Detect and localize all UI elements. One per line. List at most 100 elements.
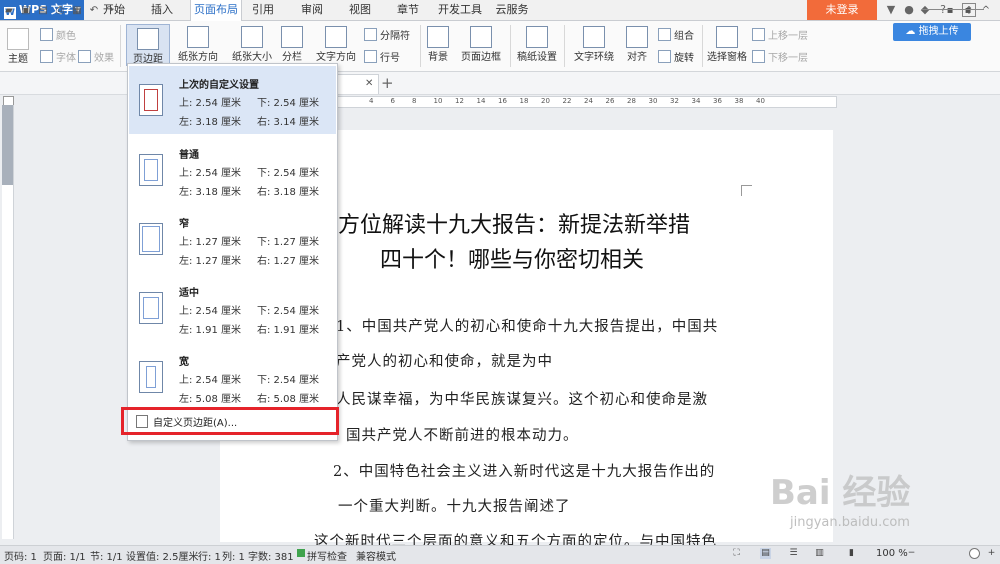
text-wrap-button[interactable]: 文字环绕	[568, 26, 620, 63]
margins-button[interactable]: 页边距	[126, 24, 170, 66]
fullscreen-icon[interactable]: ⛶	[731, 548, 742, 559]
watermark-url: jingyan.baidu.com	[790, 515, 910, 530]
option-title: 窄	[179, 219, 189, 230]
breaks-button[interactable]: 分隔符	[364, 27, 410, 42]
divider	[702, 25, 703, 67]
selection-pane-icon	[716, 26, 738, 48]
align-button[interactable]: 对齐	[620, 26, 654, 63]
zoom-level[interactable]: 100 %	[876, 548, 908, 559]
horizontal-ruler[interactable]: 4 6 8 10 12 14 16 18 20 22 24 26 28 30 32 34 36 38 40	[335, 96, 837, 108]
margin-preview-icon	[139, 223, 163, 255]
red-highlight-box	[121, 407, 339, 435]
margin-option-normal[interactable]: 普通 上: 2.54 厘米 下: 2.54 厘米 左: 3.18 厘米 右: 3…	[129, 136, 336, 204]
option-title: 宽	[179, 357, 189, 368]
text-direction-button[interactable]: 文字方向	[310, 26, 362, 63]
tab-page-layout[interactable]: 页面布局	[190, 0, 242, 21]
document-tab[interactable]: ✕	[337, 74, 379, 94]
margin-right-value: 右: 1.27 厘米	[257, 256, 319, 267]
text-direction-label: 文字方向	[316, 52, 356, 63]
grid-settings-label: 稿纸设置	[517, 52, 557, 63]
tab-insert[interactable]: 插入	[144, 0, 180, 20]
tab-developer[interactable]: 开发工具	[436, 0, 484, 20]
skin-icon[interactable]: ▼	[884, 3, 898, 17]
baidu-jingyan-watermark: Bai 经验 jingyan.baidu.com	[760, 455, 950, 545]
status-word-count[interactable]: 字数: 381	[248, 548, 294, 563]
theme-button[interactable]: 主题	[6, 28, 30, 65]
web-view-icon[interactable]: ▥	[814, 548, 825, 559]
drag-upload-button[interactable]: ☁ 拖拽上传	[893, 23, 971, 41]
color-label: 颜色	[56, 31, 76, 42]
bring-forward-icon	[752, 28, 765, 41]
margin-option-narrow[interactable]: 窄 上: 1.27 厘米 下: 1.27 厘米 左: 1.27 厘米 右: 1.…	[129, 205, 336, 273]
close-tab-icon[interactable]: ✕	[365, 78, 373, 89]
status-setting-value: 设置值: 2.5厘米	[126, 552, 199, 563]
selection-pane-button[interactable]: 选择窗格	[706, 26, 748, 63]
group-icon	[658, 28, 671, 41]
margin-bottom-value: 下: 2.54 厘米	[257, 98, 319, 109]
margin-right-value: 右: 1.91 厘米	[257, 325, 319, 336]
redo-icon[interactable]: ↷	[104, 5, 116, 17]
ruler-number: 26	[605, 97, 615, 105]
zoom-out-icon[interactable]: −	[906, 548, 917, 559]
compat-mode-label: 兼容模式	[356, 552, 396, 563]
spell-check-toggle[interactable]: 拼写检查	[307, 548, 347, 563]
zoom-in-icon[interactable]: +	[986, 548, 997, 559]
margin-option-wide[interactable]: 宽 上: 2.54 厘米 下: 2.54 厘米 左: 5.08 厘米 右: 5.…	[129, 343, 336, 411]
line-numbers-button[interactable]: 行号	[364, 49, 400, 64]
grid-settings-button[interactable]: 稿纸设置	[514, 26, 560, 63]
group-button[interactable]: 组合	[658, 27, 694, 42]
ruler-number: 24	[584, 97, 593, 105]
vertical-ruler[interactable]	[2, 105, 14, 539]
margin-option-last-custom[interactable]: 上次的自定义设置 上: 2.54 厘米 下: 2.54 厘米 左: 3.18 厘…	[129, 66, 336, 134]
zoom-slider-knob[interactable]	[969, 548, 980, 559]
margin-preview-icon	[139, 292, 163, 324]
margin-left-value: 左: 3.18 厘米	[179, 187, 241, 198]
rotate-button[interactable]: 旋转	[658, 49, 694, 64]
login-button[interactable]: 未登录	[807, 0, 877, 20]
comment-icon[interactable]: ▪	[944, 5, 956, 17]
export-pdf-icon[interactable]: ▤	[37, 5, 49, 17]
bring-forward-button[interactable]: 上移一层	[752, 27, 808, 42]
ruler-number: 12	[455, 97, 464, 105]
share-icon[interactable]: ▪	[962, 5, 974, 17]
save-icon[interactable]: ▣	[20, 5, 32, 17]
send-backward-button[interactable]: 下移一层	[752, 49, 808, 64]
page-border-button[interactable]: 页面边框	[458, 26, 504, 63]
orientation-button[interactable]: 纸张方向	[172, 26, 224, 63]
tab-references[interactable]: 引用	[248, 0, 278, 20]
columns-button[interactable]: 分栏	[278, 26, 306, 63]
margin-right-value: 右: 5.08 厘米	[257, 394, 319, 405]
orientation-icon	[187, 26, 209, 48]
ruler-number: 22	[562, 97, 572, 105]
grid-paper-icon	[526, 26, 548, 48]
text-direction-icon	[325, 26, 347, 48]
user-icon[interactable]: ◆	[918, 3, 932, 17]
font-button[interactable]: 字体	[40, 49, 76, 64]
paper-size-button[interactable]: 纸张大小	[226, 26, 278, 63]
tab-chapter[interactable]: 章节	[392, 0, 424, 20]
margin-bottom-value: 下: 2.54 厘米	[257, 168, 319, 179]
undo-icon[interactable]: ↶	[88, 5, 100, 17]
background-label: 背景	[428, 52, 448, 63]
reading-view-icon[interactable]: ▮	[846, 548, 857, 559]
new-tab-icon[interactable]: +	[381, 74, 394, 92]
effect-button[interactable]: 效果	[78, 49, 114, 64]
bring-forward-label: 上移一层	[768, 31, 808, 42]
collapse-ribbon-icon[interactable]: ^	[980, 5, 992, 17]
tab-view[interactable]: 视图	[344, 0, 376, 20]
tab-cloud[interactable]: 云服务	[492, 0, 532, 20]
outline-view-icon[interactable]: ☰	[788, 548, 799, 559]
tab-review[interactable]: 审阅	[296, 0, 328, 20]
ruler-number: 4	[369, 97, 374, 105]
color-button[interactable]: 颜色	[40, 27, 76, 42]
status-row: 行: 1	[198, 552, 221, 563]
print-preview-icon[interactable]: ▦	[71, 5, 83, 17]
margin-option-moderate[interactable]: 适中 上: 2.54 厘米 下: 2.54 厘米 左: 1.91 厘米 右: 1…	[129, 274, 336, 342]
zoom-slider-track[interactable]	[922, 9, 984, 10]
page-view-icon[interactable]: ▤	[760, 548, 771, 559]
open-icon[interactable]: ▰	[3, 5, 15, 17]
background-button[interactable]: 背景	[424, 26, 452, 63]
settings-icon[interactable]: ●	[902, 3, 916, 17]
print-icon[interactable]: ⎙	[54, 5, 66, 17]
text-wrap-icon	[583, 26, 605, 48]
